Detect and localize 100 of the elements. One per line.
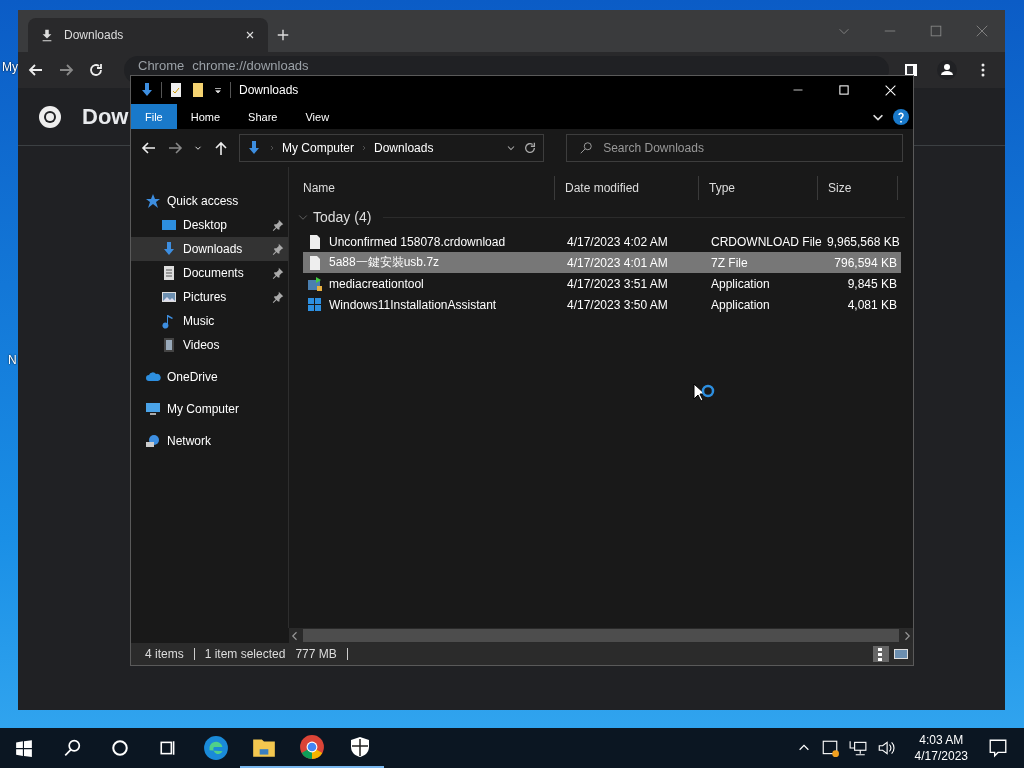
horizontal-scrollbar[interactable] [289,628,913,643]
file-row[interactable]: Unconfirmed 158078.crdownload 4/17/2023 4:02 AM CRDOWNLOAD File 9,965,568 KB [303,231,901,252]
pin-icon [272,267,284,279]
star-icon [145,193,161,209]
properties-icon[interactable] [168,82,184,98]
pin-icon [272,219,284,231]
type-cell-text: Application [710,297,771,312]
size-cell-text: 9,965,568 KB [826,234,901,249]
volume-icon[interactable] [876,739,895,757]
circle-icon[interactable] [111,739,129,757]
sidebar-item[interactable]: Desktop [131,213,288,237]
update-icon[interactable] [820,739,839,757]
sidebar-item[interactable]: My Computer [131,397,288,421]
type-cell-text: Application [710,276,771,291]
date-cell-text: 4/17/2023 3:50 AM [566,297,669,312]
sidebar-item[interactable]: Documents [131,261,288,285]
file-name: Unconfirmed 158078.crdownload [329,234,506,249]
edge-browser-icon[interactable] [203,735,229,761]
chrome-logo-icon [38,104,62,129]
reload-icon[interactable] [88,62,104,78]
type-cell-text: CRDOWNLOAD File [710,234,821,249]
selection-info: 1 item selected [204,647,286,661]
ribbon-tab[interactable]: Home [176,104,235,129]
network-icon[interactable] [848,739,867,757]
pin-icon [272,291,284,303]
column-header[interactable]: Size [818,176,898,200]
download-icon [40,28,54,42]
close-icon[interactable] [244,29,256,41]
forward-icon[interactable] [58,62,74,78]
type-cell-text: 7Z File [710,255,749,270]
download-icon [139,82,155,98]
details-view-icon[interactable] [873,646,889,662]
installer-icon [307,275,323,292]
new-folder-icon[interactable] [190,82,206,98]
sidebar-item[interactable]: Videos [131,333,288,357]
breadcrumb-item[interactable]: My Computer [282,141,355,155]
sidebar-item[interactable]: Downloads [131,237,288,261]
browser-tab[interactable]: Downloads [28,18,268,52]
document-icon [161,265,177,281]
file-row[interactable]: Windows11InstallationAssistant 4/17/2023 3:50 AM Application 4,081 KB [303,294,901,315]
ribbon-tab[interactable]: View [291,104,344,129]
large-icons-view-icon[interactable] [893,646,909,662]
item-count: 4 items [145,647,184,661]
page-heading: Dow [82,103,129,130]
file-icon [307,254,323,271]
search-icon[interactable] [63,739,81,757]
desktop-icon-label[interactable]: My [2,60,18,74]
sidebar-item[interactable]: Network [131,429,288,453]
file-row[interactable]: mediacreationtool 4/17/2023 3:51 AM Application 9,845 KB [303,273,901,294]
file-icon [307,233,323,250]
date-cell-text: 4/17/2023 4:02 AM [566,234,669,249]
sidebar-item[interactable]: Pictures [131,285,288,309]
date-cell-text: 4/17/2023 3:51 AM [566,276,669,291]
notification-icon[interactable] [988,738,1008,758]
sidebar-item[interactable]: OneDrive [131,365,288,389]
sidebar-item[interactable]: Music [131,309,288,333]
date-cell-text: 4/17/2023 4:01 AM [566,255,669,270]
download-icon [161,241,177,257]
file-name: 5a88一鍵安裝usb.7z [329,254,440,271]
column-header[interactable]: Name [293,176,555,200]
address-field[interactable]: My Computer Downloads [239,134,545,162]
shield-icon[interactable] [348,735,372,759]
window-title: Downloads [239,83,299,97]
computer-icon [145,401,161,417]
search-icon [579,141,594,155]
task-view-icon[interactable] [159,739,177,757]
network-icon [145,433,161,449]
film-icon [161,337,177,353]
windows-logo-icon [307,296,323,313]
size-cell-text: 9,845 KB [846,276,898,291]
help-icon[interactable] [893,108,909,125]
pin-icon [272,243,284,255]
ribbon-tab[interactable]: File [131,104,177,129]
column-header[interactable]: Date modified [555,176,699,200]
up-icon[interactable] [213,140,229,156]
url-text: chrome://downloads [192,58,309,73]
selection-size: 777 MB [295,647,337,661]
size-cell-text: 4,081 KB [846,297,898,312]
size-cell-text: 796,594 KB [833,255,898,270]
forward-icon[interactable] [167,140,183,156]
file-name: mediacreationtool [329,276,424,291]
start-icon[interactable] [15,739,33,757]
breadcrumb-item[interactable]: Downloads [374,141,434,155]
new-tab-icon[interactable] [276,28,290,42]
refresh-icon[interactable] [523,141,538,155]
file-row[interactable]: 5a88一鍵安裝usb.7z 4/17/2023 4:01 AM 7Z File 796,594 KB [303,252,901,273]
back-icon[interactable] [141,140,157,156]
group-header[interactable]: Today (4) [313,209,372,225]
file-name: Windows11InstallationAssistant [329,297,497,312]
picture-icon [161,289,177,305]
profile-icon[interactable] [937,60,957,80]
desktop-icon-label[interactable]: N [8,353,17,367]
chrome-browser-icon[interactable] [299,734,325,760]
clock[interactable]: 4:03 AM 4/17/2023 [914,732,968,764]
sidebar-icon[interactable] [903,62,919,78]
column-header[interactable]: Type [699,176,818,200]
back-icon[interactable] [28,62,44,78]
search-field[interactable]: Search Downloads [566,134,903,162]
ribbon-tab[interactable]: Share [234,104,292,129]
sidebar-item[interactable]: Quick access [131,189,288,213]
